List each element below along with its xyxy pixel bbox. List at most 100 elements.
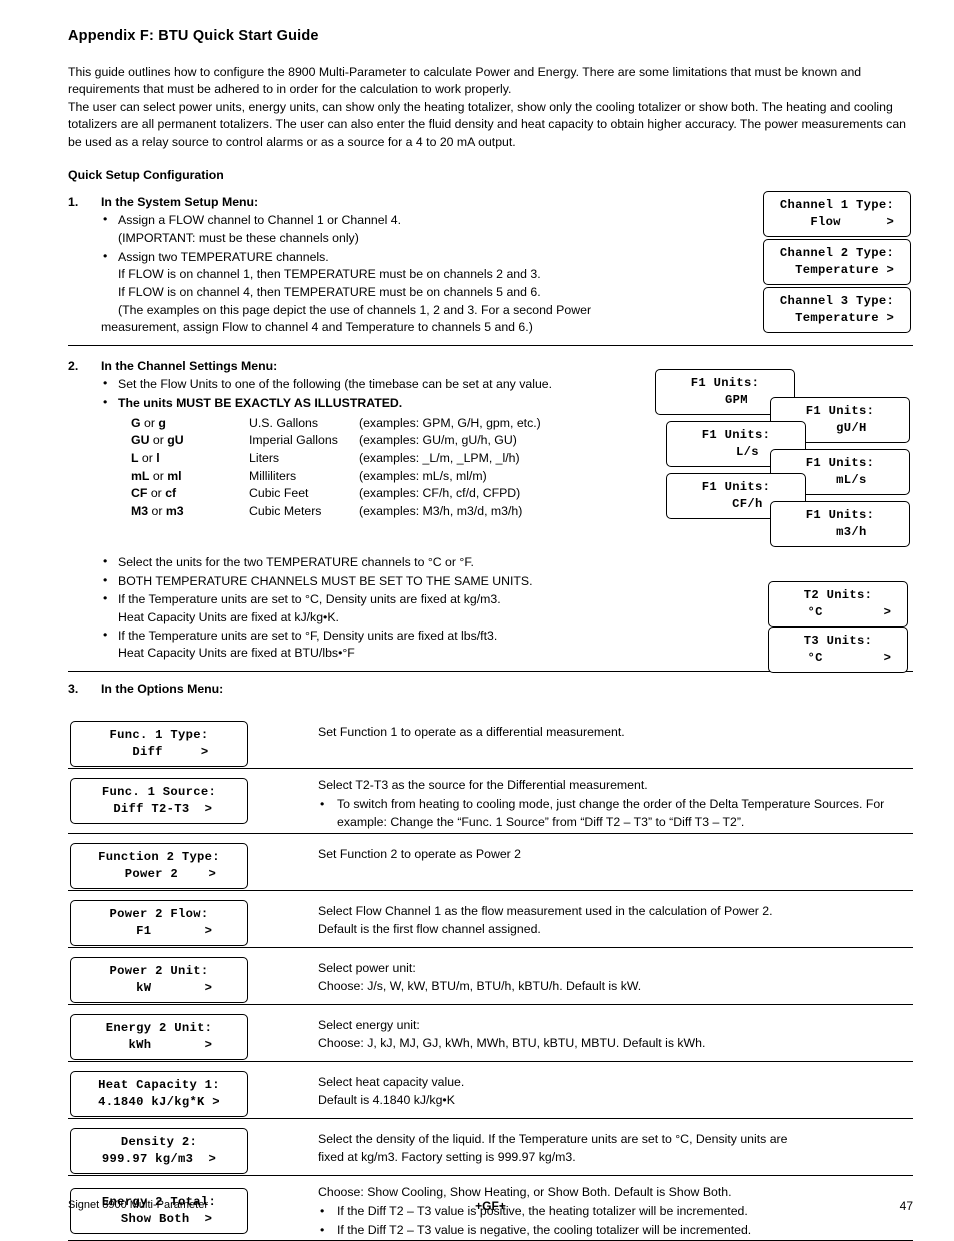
unit-abbrev-1: GU <box>131 433 150 448</box>
step-3: 3. In the Options Menu: <box>68 682 913 704</box>
unit-examples: (examples: mL/s, ml/m) <box>359 468 487 483</box>
bullet-dot: • <box>103 572 108 587</box>
unit-abbrev-cell: M3 or m3 <box>101 503 249 521</box>
lcd-line-1: F1 Units: <box>701 428 771 443</box>
option-row-func1-source: Func. 1 Source: Diff T2-T3 > Select T2-T… <box>68 768 913 833</box>
desc-line: Default is 4.1840 kJ/kg•K <box>318 1093 455 1108</box>
bullet-dot: • <box>103 394 108 409</box>
lcd-power-2-unit: Power 2 Unit: kW > <box>70 957 248 1003</box>
lcd-energy-2-unit: Energy 2 Unit: kWh > <box>70 1014 248 1060</box>
unit-abbrev-2: g <box>158 415 166 430</box>
lcd-line-2: Flow > <box>779 215 895 230</box>
unit-name: Imperial Gallons <box>249 433 338 448</box>
desc-line: Choose: J/s, W, kW, BTU/m, BTU/h, kBTU/h… <box>318 979 642 994</box>
step-3-number: 3. <box>68 682 79 697</box>
bullet-dot: • <box>103 591 108 606</box>
desc-line: Select power unit: <box>318 961 416 976</box>
unit-abbrev-cell: L or l <box>101 450 249 468</box>
divider <box>68 345 913 347</box>
lcd-energy-2-unit-wrap: Energy 2 Unit: kWh > <box>70 1014 248 1060</box>
option-row-func2-type: Function 2 Type: Power 2 > Set Function … <box>68 833 913 890</box>
desc-line: fixed at kg/m3. Factory setting is 999.9… <box>318 1150 576 1165</box>
unit-abbrev-cell: GU or gU <box>101 432 249 450</box>
option-row-energy2-unit: Energy 2 Unit: kWh > Select energy unit:… <box>68 1004 913 1061</box>
document-content: Appendix F: BTU Quick Start Guide This g… <box>68 0 913 1241</box>
unit-name: Milliliters <box>249 468 297 483</box>
lcd-line-2: m3/h <box>813 525 867 540</box>
intro-paragraph-2: The user can select power units, energy … <box>68 99 907 149</box>
unit-abbrev-2: cf <box>165 486 177 501</box>
unit-examples: (examples: _L/m, _LPM, _l/h) <box>359 451 520 465</box>
lcd-t3-units: T3 Units: °C > <box>768 627 908 673</box>
table-row: L or l Liters (examples: _L/m, _LPM, _l/… <box>101 450 689 468</box>
unit-examples: (examples: GPM, G/H, gpm, etc.) <box>359 415 541 430</box>
lcd-density-2-wrap: Density 2: 999.97 kg/m3 > <box>70 1128 248 1174</box>
unit-or: or <box>148 504 166 519</box>
lcd-line-2: Power 2 > <box>101 867 217 882</box>
unit-name: U.S. Gallons <box>249 415 319 430</box>
unit-or: or <box>149 468 168 483</box>
lcd-line-2: GPM <box>702 393 748 408</box>
lcd-line-1: F1 Units: <box>690 376 760 391</box>
lcd-density-2: Density 2: 999.97 kg/m3 > <box>70 1128 248 1174</box>
desc-line: Select Flow Channel 1 as the flow measur… <box>318 904 773 919</box>
lcd-line-1: Func. 1 Type: <box>109 728 209 743</box>
lcd-line-2: Temperature > <box>779 263 895 278</box>
lcd-line-1: F1 Units: <box>701 480 771 495</box>
lcd-func-1-type-wrap: Func. 1 Type: Diff > <box>70 721 248 767</box>
bullet-text: The units MUST BE EXACTLY AS ILLUSTRATED… <box>118 395 403 410</box>
unit-examples: (examples: M3/h, m3/d, m3/h) <box>359 504 523 519</box>
page: Appendix F: BTU Quick Start Guide This g… <box>0 0 954 1241</box>
step-1-number: 1. <box>68 195 79 210</box>
unit-abbrev-1: L <box>131 451 139 465</box>
desc-line: Default is the first flow channel assign… <box>318 922 541 937</box>
lcd-line-1: F1 Units: <box>805 456 875 471</box>
unit-abbrev-2: ml <box>167 468 182 483</box>
lcd-line-2: Temperature > <box>779 311 895 326</box>
flow-units-table: G or g U.S. Gallons (examples: GPM, G/H,… <box>101 415 689 521</box>
table-row: M3 or m3 Cubic Meters (examples: M3/h, m… <box>101 503 689 521</box>
lcd-line-2: kWh > <box>105 1038 213 1053</box>
desc-line: Choose: J, kJ, MJ, GJ, kWh, MWh, BTU, kB… <box>318 1036 706 1051</box>
option-row-heat-capacity: Heat Capacity 1: 4.1840 kJ/kg*K > Select… <box>68 1061 913 1118</box>
bullet-text: Assign a FLOW channel to Channel 1 or Ch… <box>118 213 401 228</box>
unit-or: or <box>149 433 168 448</box>
lcd-func-1-source: Func. 1 Source: Diff T2-T3 > <box>70 778 248 824</box>
intro-text: This guide outlines how to configure the… <box>68 64 913 151</box>
lcd-line-1: T2 Units: <box>803 588 873 603</box>
option-description: Select the density of the liquid. If the… <box>318 1119 913 1167</box>
lcd-line-2: 999.97 kg/m3 > <box>101 1152 217 1167</box>
bullet-text: Select the units for the two TEMPERATURE… <box>118 554 474 569</box>
unit-examples: (examples: GU/m, gU/h, GU) <box>359 433 517 448</box>
bullet-dot: • <box>103 248 108 263</box>
desc-line: Set Function 2 to operate as Power 2 <box>318 847 522 862</box>
desc-line: Select energy unit: <box>318 1018 420 1033</box>
option-row-power2-flow: Power 2 Flow: F1 > Select Flow Channel 1… <box>68 890 913 947</box>
step-1: 1. In the System Setup Menu: • Assign a F… <box>68 191 913 337</box>
lcd-line-1: Func. 1 Source: <box>101 785 217 800</box>
bullet-dot: • <box>103 553 108 568</box>
unit-abbrev-1: mL <box>131 468 150 483</box>
footer-page-number: 47 <box>899 1199 913 1213</box>
lcd-power-2-unit-wrap: Power 2 Unit: kW > <box>70 957 248 1003</box>
table-row: CF or cf Cubic Feet (examples: CF/h, cf/… <box>101 485 689 503</box>
unit-abbrev-2: gU <box>167 433 184 448</box>
lcd-channel-1-type: Channel 1 Type: Flow > <box>763 191 911 237</box>
lcd-line-1: Heat Capacity 1: <box>98 1078 220 1093</box>
lcd-line-2: 4.1840 kJ/kg*K > <box>98 1095 220 1110</box>
lcd-line-2: Show Both > <box>105 1212 213 1227</box>
step-3-title: In the Options Menu: <box>101 682 224 697</box>
option-description: Set Function 1 to operate as a different… <box>318 712 913 742</box>
bullet-text: Assign two TEMPERATURE channels. <box>118 249 329 264</box>
desc-bullet: • To switch from heating to cooling mode,… <box>318 796 903 832</box>
unit-or: or <box>147 486 166 501</box>
bullet-dot: • <box>103 212 108 227</box>
lcd-function-2-type: Function 2 Type: Power 2 > <box>70 843 248 889</box>
page-title: Appendix F: BTU Quick Start Guide <box>68 28 319 44</box>
lcd-line-1: Energy 2 Unit: <box>105 1021 213 1036</box>
options-list: Func. 1 Type: Diff > Set Function 1 to o… <box>68 712 913 1241</box>
lcd-line-2: Diff > <box>109 745 209 760</box>
table-row: G or g U.S. Gallons (examples: GPM, G/H,… <box>101 415 689 433</box>
lcd-line-1: Channel 1 Type: <box>779 198 895 213</box>
step-2: 2. In the Channel Settings Menu: • Set th… <box>68 359 913 673</box>
